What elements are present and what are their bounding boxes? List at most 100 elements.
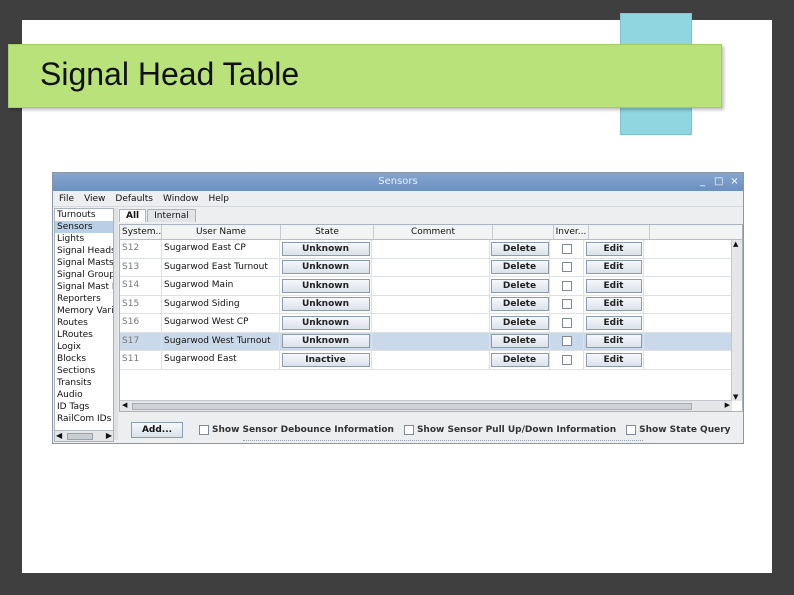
state-button[interactable]: Unknown <box>281 315 370 330</box>
cell-comment[interactable] <box>372 240 490 258</box>
sidebar-item-blocks[interactable]: Blocks <box>55 353 113 365</box>
edit-button[interactable]: Edit <box>585 260 642 275</box>
delete-button[interactable]: Delete <box>490 241 549 256</box>
sidebar-horizontal-scrollbar[interactable]: ◀ ▶ <box>55 430 113 441</box>
edit-button[interactable]: Edit <box>585 352 642 367</box>
sidebar-item-sensors[interactable]: Sensors <box>55 221 113 233</box>
pullupdown-option[interactable]: Show Sensor Pull Up/Down Information <box>403 425 616 435</box>
sidebar-item-lights[interactable]: Lights <box>55 233 113 245</box>
cell-user-name[interactable]: Sugarwod Main <box>162 277 280 295</box>
delete-button[interactable]: Delete <box>490 315 549 330</box>
menu-window[interactable]: Window <box>159 194 203 204</box>
scroll-left-icon[interactable]: ◀ <box>56 431 62 440</box>
sidebar-item-transits[interactable]: Transits <box>55 377 113 389</box>
cell-comment[interactable] <box>372 258 490 276</box>
cell-comment[interactable] <box>372 332 490 350</box>
pane-splitter[interactable] <box>114 208 118 440</box>
state-button[interactable]: Unknown <box>281 278 370 293</box>
inverted-checkbox[interactable] <box>561 354 572 365</box>
cell-user-name[interactable]: Sugarwood East <box>162 351 280 369</box>
inverted-checkbox[interactable] <box>561 317 572 328</box>
sidebar-item-turnouts[interactable]: Turnouts <box>55 209 113 221</box>
sidebar-item-signal-groups[interactable]: Signal Groups <box>55 269 113 281</box>
sidebar-item-railcom-ids[interactable]: RailCom IDs <box>55 413 113 425</box>
scroll-left-icon[interactable]: ◀ <box>122 401 127 409</box>
column-header-delete[interactable] <box>493 225 554 239</box>
sidebar-item-memory-variables[interactable]: Memory Variables <box>55 305 113 317</box>
debounce-checkbox[interactable] <box>199 425 209 435</box>
table-horizontal-scrollbar[interactable]: ◀ ▶ <box>120 400 732 411</box>
column-header-user-name[interactable]: User Name <box>162 225 281 239</box>
sidebar-item-sections[interactable]: Sections <box>55 365 113 377</box>
debounce-option[interactable]: Show Sensor Debounce Information <box>199 425 394 435</box>
cell-comment[interactable] <box>372 277 490 295</box>
column-header-comment[interactable]: Comment <box>374 225 493 239</box>
sidebar-item-signal-mast-logic[interactable]: Signal Mast Logic <box>55 281 113 293</box>
scroll-right-icon[interactable]: ▶ <box>106 431 112 440</box>
tab-internal[interactable]: Internal <box>147 209 196 222</box>
state-query-option[interactable]: Show State Query <box>626 425 731 435</box>
cell-user-name[interactable]: Sugarwod West CP <box>162 314 280 332</box>
state-button[interactable]: Inactive <box>281 352 370 367</box>
sidebar-item-signal-masts[interactable]: Signal Masts <box>55 257 113 269</box>
table-row[interactable]: S11 Sugarwood East Inactive Delete Edit <box>120 351 742 370</box>
table-row[interactable]: S16 Sugarwod West CP Unknown Delete Edit <box>120 314 742 333</box>
cell-comment[interactable] <box>372 314 490 332</box>
cell-comment[interactable] <box>372 295 490 313</box>
inverted-checkbox[interactable] <box>561 336 572 347</box>
delete-button[interactable]: Delete <box>490 352 549 367</box>
sidebar-item-audio[interactable]: Audio <box>55 389 113 401</box>
state-button[interactable]: Unknown <box>281 241 370 256</box>
edit-button[interactable]: Edit <box>585 278 642 293</box>
state-button[interactable]: Unknown <box>281 297 370 312</box>
menu-help[interactable]: Help <box>205 194 234 204</box>
delete-button[interactable]: Delete <box>490 278 549 293</box>
sidebar-item-reporters[interactable]: Reporters <box>55 293 113 305</box>
column-header-edit[interactable] <box>589 225 650 239</box>
cell-user-name[interactable]: Sugarwod West Turnout <box>162 332 280 350</box>
sidebar-item-routes[interactable]: Routes <box>55 317 113 329</box>
table-row-selected[interactable]: S17 Sugarwod West Turnout Unknown Delete… <box>120 332 742 351</box>
inverted-checkbox[interactable] <box>561 243 572 254</box>
cell-user-name[interactable]: Sugarwod East CP <box>162 240 280 258</box>
scroll-thumb[interactable] <box>67 433 93 440</box>
table-row[interactable]: S15 Sugarwod Siding Unknown Delete Edit <box>120 295 742 314</box>
sidebar-item-logix[interactable]: Logix <box>55 341 113 353</box>
close-icon[interactable]: × <box>730 175 739 188</box>
state-button[interactable]: Unknown <box>281 260 370 275</box>
edit-button[interactable]: Edit <box>585 241 642 256</box>
table-row[interactable]: S12 Sugarwod East CP Unknown Delete Edit <box>120 240 742 259</box>
edit-button[interactable]: Edit <box>585 315 642 330</box>
inverted-checkbox[interactable] <box>561 262 572 273</box>
state-button[interactable]: Unknown <box>281 334 370 349</box>
scroll-right-icon[interactable]: ▶ <box>725 401 730 409</box>
sidebar-item-lroutes[interactable]: LRoutes <box>55 329 113 341</box>
table-row[interactable]: S14 Sugarwod Main Unknown Delete Edit <box>120 277 742 296</box>
sidebar-item-id-tags[interactable]: ID Tags <box>55 401 113 413</box>
cell-user-name[interactable]: Sugarwod East Turnout <box>162 258 280 276</box>
menu-view[interactable]: View <box>80 194 109 204</box>
state-query-checkbox[interactable] <box>626 425 637 435</box>
edit-button[interactable]: Edit <box>585 297 642 312</box>
sidebar-item-signal-heads[interactable]: Signal Heads <box>55 245 113 257</box>
inverted-checkbox[interactable] <box>561 299 572 310</box>
maximize-icon[interactable]: □ <box>714 175 723 188</box>
cell-comment[interactable] <box>372 351 490 369</box>
table-vertical-scrollbar[interactable]: ▲ ▼ <box>731 240 742 401</box>
menu-file[interactable]: File <box>55 194 78 204</box>
column-header-inverted[interactable]: Inver... <box>554 225 589 239</box>
scroll-up-icon[interactable]: ▲ <box>733 240 738 248</box>
delete-button[interactable]: Delete <box>490 334 549 349</box>
edit-button[interactable]: Edit <box>585 334 642 349</box>
column-header-state[interactable]: State <box>281 225 374 239</box>
tab-all[interactable]: All <box>119 209 147 222</box>
cell-user-name[interactable]: Sugarwod Siding <box>162 295 280 313</box>
add-button[interactable]: Add... <box>131 422 183 438</box>
scroll-down-icon[interactable]: ▼ <box>733 393 738 401</box>
table-row[interactable]: S13 Sugarwod East Turnout Unknown Delete… <box>120 258 742 277</box>
window-titlebar[interactable]: Sensors _ □ × <box>53 173 743 191</box>
inverted-checkbox[interactable] <box>561 280 572 291</box>
delete-button[interactable]: Delete <box>490 260 549 275</box>
pullupdown-checkbox[interactable] <box>403 425 414 435</box>
scroll-thumb[interactable] <box>132 403 692 410</box>
